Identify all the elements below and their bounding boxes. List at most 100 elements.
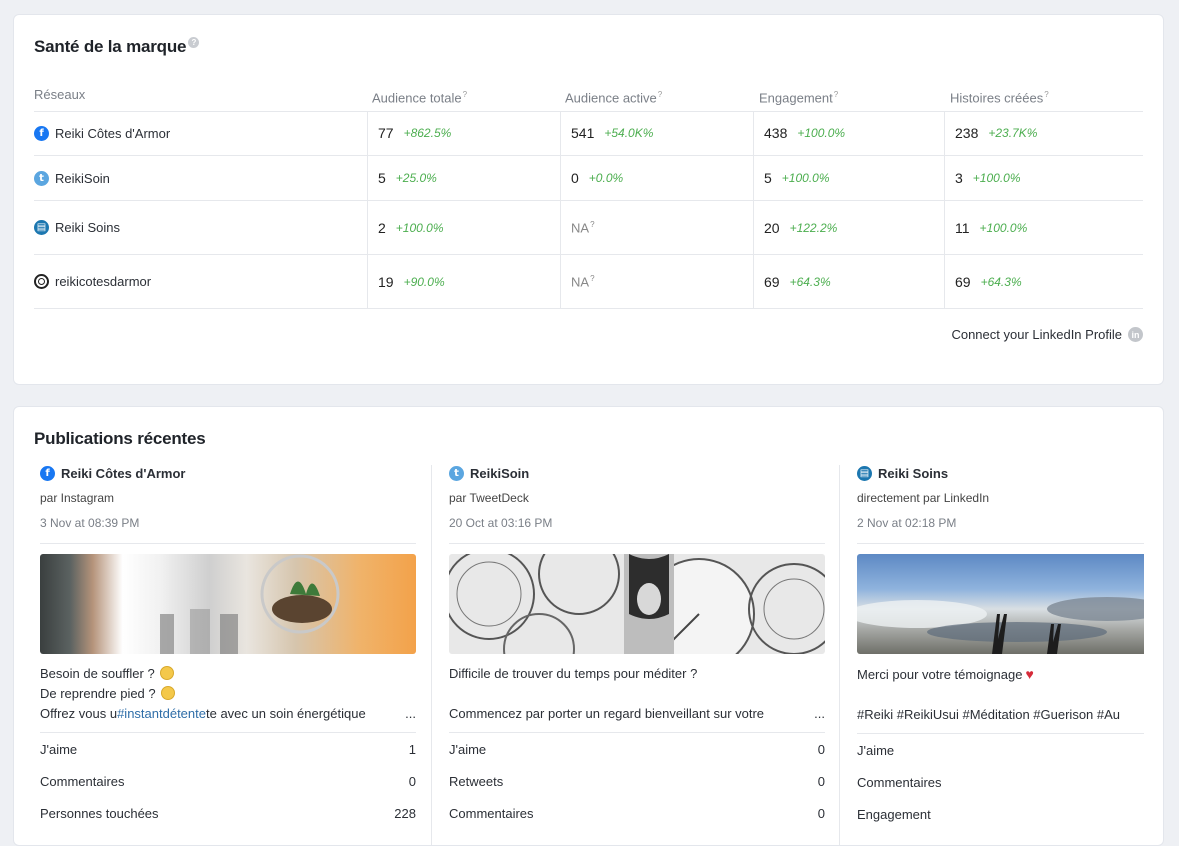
terrarium-illustration xyxy=(160,554,340,654)
metric-change: +25.0% xyxy=(395,171,437,185)
metric-value: 5 xyxy=(378,170,386,186)
table-header: Réseaux Audience totale? Audience active… xyxy=(34,85,1143,112)
post-card[interactable]: ▤ Reiki Soins directement par LinkedIn 2… xyxy=(857,463,1144,830)
post-date: 20 Oct at 03:16 PM xyxy=(449,516,553,530)
post-date: 3 Nov at 08:39 PM xyxy=(40,516,140,530)
metric-cell: 5 +100.0% xyxy=(753,156,955,200)
metric-cell: 2 +100.0% xyxy=(367,201,571,254)
metric-change: +122.2% xyxy=(789,220,838,235)
metric-value: 69 xyxy=(764,273,780,290)
post-stats: J'aime Commentaires Engagement xyxy=(857,733,1144,830)
hashtag-link[interactable]: #instantdétente xyxy=(117,706,206,721)
metric-change: +64.3% xyxy=(789,274,831,289)
brand-health-title-text: Santé de la marque xyxy=(34,37,187,56)
heart-icon: ♥ xyxy=(1025,666,1034,682)
metric-change: +64.3% xyxy=(980,274,1022,289)
more-button[interactable]: ... xyxy=(810,704,825,724)
frowning-face-icon xyxy=(160,666,175,680)
stat-row: Personnes touchées 228 xyxy=(40,805,416,821)
metric-value: 0 xyxy=(571,170,579,186)
linkedin-icon[interactable]: in xyxy=(1128,327,1143,342)
table-row: reikicotesdarmor 19 +90.0% NA? 69 +64.3% 6… xyxy=(34,255,1143,309)
metric-cell: 69 +64.3% xyxy=(753,255,955,308)
connect-linkedin-link[interactable]: Connect your LinkedIn Profile in xyxy=(951,327,1143,342)
metric-change: +90.0% xyxy=(403,274,445,289)
stat-row: Commentaires 0 xyxy=(449,805,825,821)
network-cell: ▤ Reiki Soins xyxy=(34,201,367,254)
metric-change: +100.0% xyxy=(979,220,1028,235)
metric-change: +54.0K% xyxy=(604,126,654,140)
metric-value: 69 xyxy=(955,273,971,290)
divider xyxy=(431,465,432,845)
metric-cell: 541 +54.0K% xyxy=(560,111,764,155)
post-text: Difficile de trouver du temps pour médit… xyxy=(449,664,825,724)
metric-cell: 0 +0.0% xyxy=(560,156,764,200)
post-image[interactable] xyxy=(40,554,416,654)
metric-value: 11 xyxy=(955,219,970,236)
metric-cell: 238 +23.7K% xyxy=(944,111,1155,155)
post-image[interactable] xyxy=(449,554,825,654)
help-icon[interactable]: ? xyxy=(188,37,200,48)
metric-cell: 5 +25.0% xyxy=(367,156,571,200)
network-cell: reikicotesdarmor xyxy=(34,255,367,308)
stat-row: Engagement xyxy=(857,806,931,822)
table-row: f Reiki Côtes d'Armor 77 +862.5% 541 +54.0… xyxy=(34,111,1143,156)
table-row: ▤ Reiki Soins 2 +100.0% NA? 20 +122.2% 11 +… xyxy=(34,201,1143,255)
post-source: par Instagram xyxy=(40,491,115,505)
post-author-name: Reiki Soins xyxy=(878,465,949,481)
sad-face-icon xyxy=(161,686,176,700)
facebook-icon: f xyxy=(40,465,55,481)
recent-publications-card: Publications récentes f Reiki Côtes d'Ar… xyxy=(13,406,1164,846)
divider xyxy=(449,543,825,544)
network-name[interactable]: reikicotesdarmor xyxy=(55,274,151,289)
metric-value: 238 xyxy=(955,125,979,141)
metric-cell: NA? xyxy=(560,255,764,308)
more-button[interactable]: ... xyxy=(401,704,416,724)
recent-publications-title: Publications récentes xyxy=(34,429,206,448)
stat-row: Commentaires 0 xyxy=(40,773,416,789)
metric-value: 2 xyxy=(378,219,386,236)
metric-change: +862.5% xyxy=(403,126,452,140)
post-image[interactable] xyxy=(857,554,1144,654)
divider xyxy=(857,543,1144,544)
stat-row: Commentaires xyxy=(857,774,942,790)
post-author-name: ReikiSoin xyxy=(470,465,530,481)
twitter-icon: t xyxy=(34,170,49,186)
clocks-illustration xyxy=(449,554,825,654)
metric-cell: 3 +100.0% xyxy=(944,156,1155,200)
post-author: t ReikiSoin xyxy=(449,463,825,483)
post-author-name: Reiki Côtes d'Armor xyxy=(61,465,186,481)
metric-cell: NA? xyxy=(560,201,764,254)
divider xyxy=(839,465,840,845)
metric-value: 19 xyxy=(378,273,394,290)
post-text: Besoin de souffler ? De reprendre pied ?… xyxy=(40,664,416,724)
na-value: NA? xyxy=(571,219,595,236)
metric-change: +100.0% xyxy=(972,171,1021,185)
brand-health-card: Santé de la marque? Réseaux Audience tot… xyxy=(13,14,1164,385)
network-cell: t ReikiSoin xyxy=(34,156,367,200)
network-name[interactable]: ReikiSoin xyxy=(55,171,110,186)
na-value: NA? xyxy=(571,273,595,290)
post-date: 2 Nov at 02:18 PM xyxy=(857,516,957,530)
linkedin-page-icon: ▤ xyxy=(34,220,49,235)
metric-cell: 77 +862.5% xyxy=(367,111,571,155)
post-card[interactable]: f Reiki Côtes d'Armor par Instagram 3 No… xyxy=(40,463,416,829)
network-name[interactable]: Reiki Côtes d'Armor xyxy=(55,126,170,141)
metric-value: 438 xyxy=(764,125,788,141)
stat-row: J'aime xyxy=(857,742,895,758)
table-row: t ReikiSoin 5 +25.0% 0 +0.0% 5 +100.0% 3 +10… xyxy=(34,156,1143,201)
col-total-audience: Audience totale? xyxy=(372,90,468,106)
linkedin-page-icon: ▤ xyxy=(857,465,872,481)
metric-change: +100.0% xyxy=(395,220,444,235)
connect-linkedin-label[interactable]: Connect your LinkedIn Profile xyxy=(951,327,1122,342)
post-stats: J'aime 1 Commentaires 0 Personnes touchées… xyxy=(40,732,416,829)
metric-change: +0.0% xyxy=(588,171,624,185)
metric-change: +100.0% xyxy=(781,171,830,185)
metric-cell: 20 +122.2% xyxy=(753,201,955,254)
post-card[interactable]: t ReikiSoin par TweetDeck 20 Oct at 03:1… xyxy=(449,463,825,829)
metric-cell: 11 +100.0% xyxy=(944,201,1155,254)
metric-value: 20 xyxy=(764,219,780,236)
metric-value: 77 xyxy=(378,125,394,141)
network-name[interactable]: Reiki Soins xyxy=(55,220,120,235)
divider xyxy=(40,543,416,544)
